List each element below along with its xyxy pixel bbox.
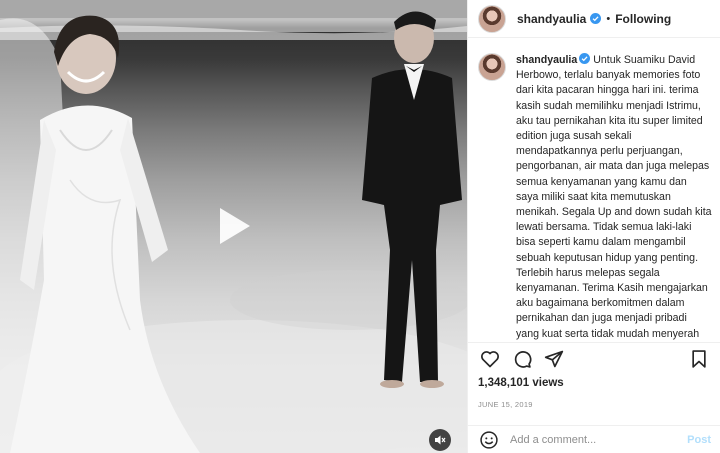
avatar[interactable] xyxy=(478,4,506,33)
view-count[interactable]: 1,348,101 views xyxy=(478,377,564,389)
like-button[interactable] xyxy=(478,347,502,371)
caption: shandyaulia Untuk Suamiku David Herbowo, … xyxy=(516,53,712,341)
paper-plane-icon xyxy=(544,350,564,367)
play-icon xyxy=(220,208,250,244)
header-separator: • xyxy=(606,12,611,25)
heart-icon xyxy=(481,350,499,367)
comment-input[interactable] xyxy=(510,433,670,446)
save-button[interactable] xyxy=(687,347,711,371)
post-comment-button[interactable]: Post xyxy=(687,434,711,446)
post-side-panel: shandyaulia • Following shandyaulia Untuk… xyxy=(467,0,720,453)
post-header: shandyaulia • Following xyxy=(468,0,720,38)
caption-block: shandyaulia Untuk Suamiku David Herbowo, … xyxy=(478,53,718,341)
comment-button[interactable] xyxy=(510,347,534,371)
comment-bar: Post xyxy=(468,425,720,453)
following-button[interactable]: Following xyxy=(615,12,671,26)
action-bar xyxy=(468,342,720,374)
share-button[interactable] xyxy=(542,347,566,371)
header-username[interactable]: shandyaulia xyxy=(517,12,586,26)
post-video[interactable] xyxy=(0,0,467,453)
verified-badge-icon xyxy=(590,13,602,24)
bookmark-icon xyxy=(692,349,706,368)
caption-text: Untuk Suamiku David Herbowo, terlalu ban… xyxy=(516,54,712,340)
comment-icon xyxy=(514,350,532,368)
caption-avatar[interactable] xyxy=(478,53,506,81)
mute-toggle-button[interactable] xyxy=(429,429,451,451)
speaker-muted-icon xyxy=(435,435,446,445)
post-date[interactable]: JUNE 15, 2019 xyxy=(478,400,533,409)
emoji-button[interactable] xyxy=(478,429,500,451)
play-button[interactable] xyxy=(208,202,256,250)
caption-username[interactable]: shandyaulia xyxy=(516,54,577,66)
smiley-icon xyxy=(480,430,498,449)
caption-verified-badge-icon xyxy=(579,53,591,64)
